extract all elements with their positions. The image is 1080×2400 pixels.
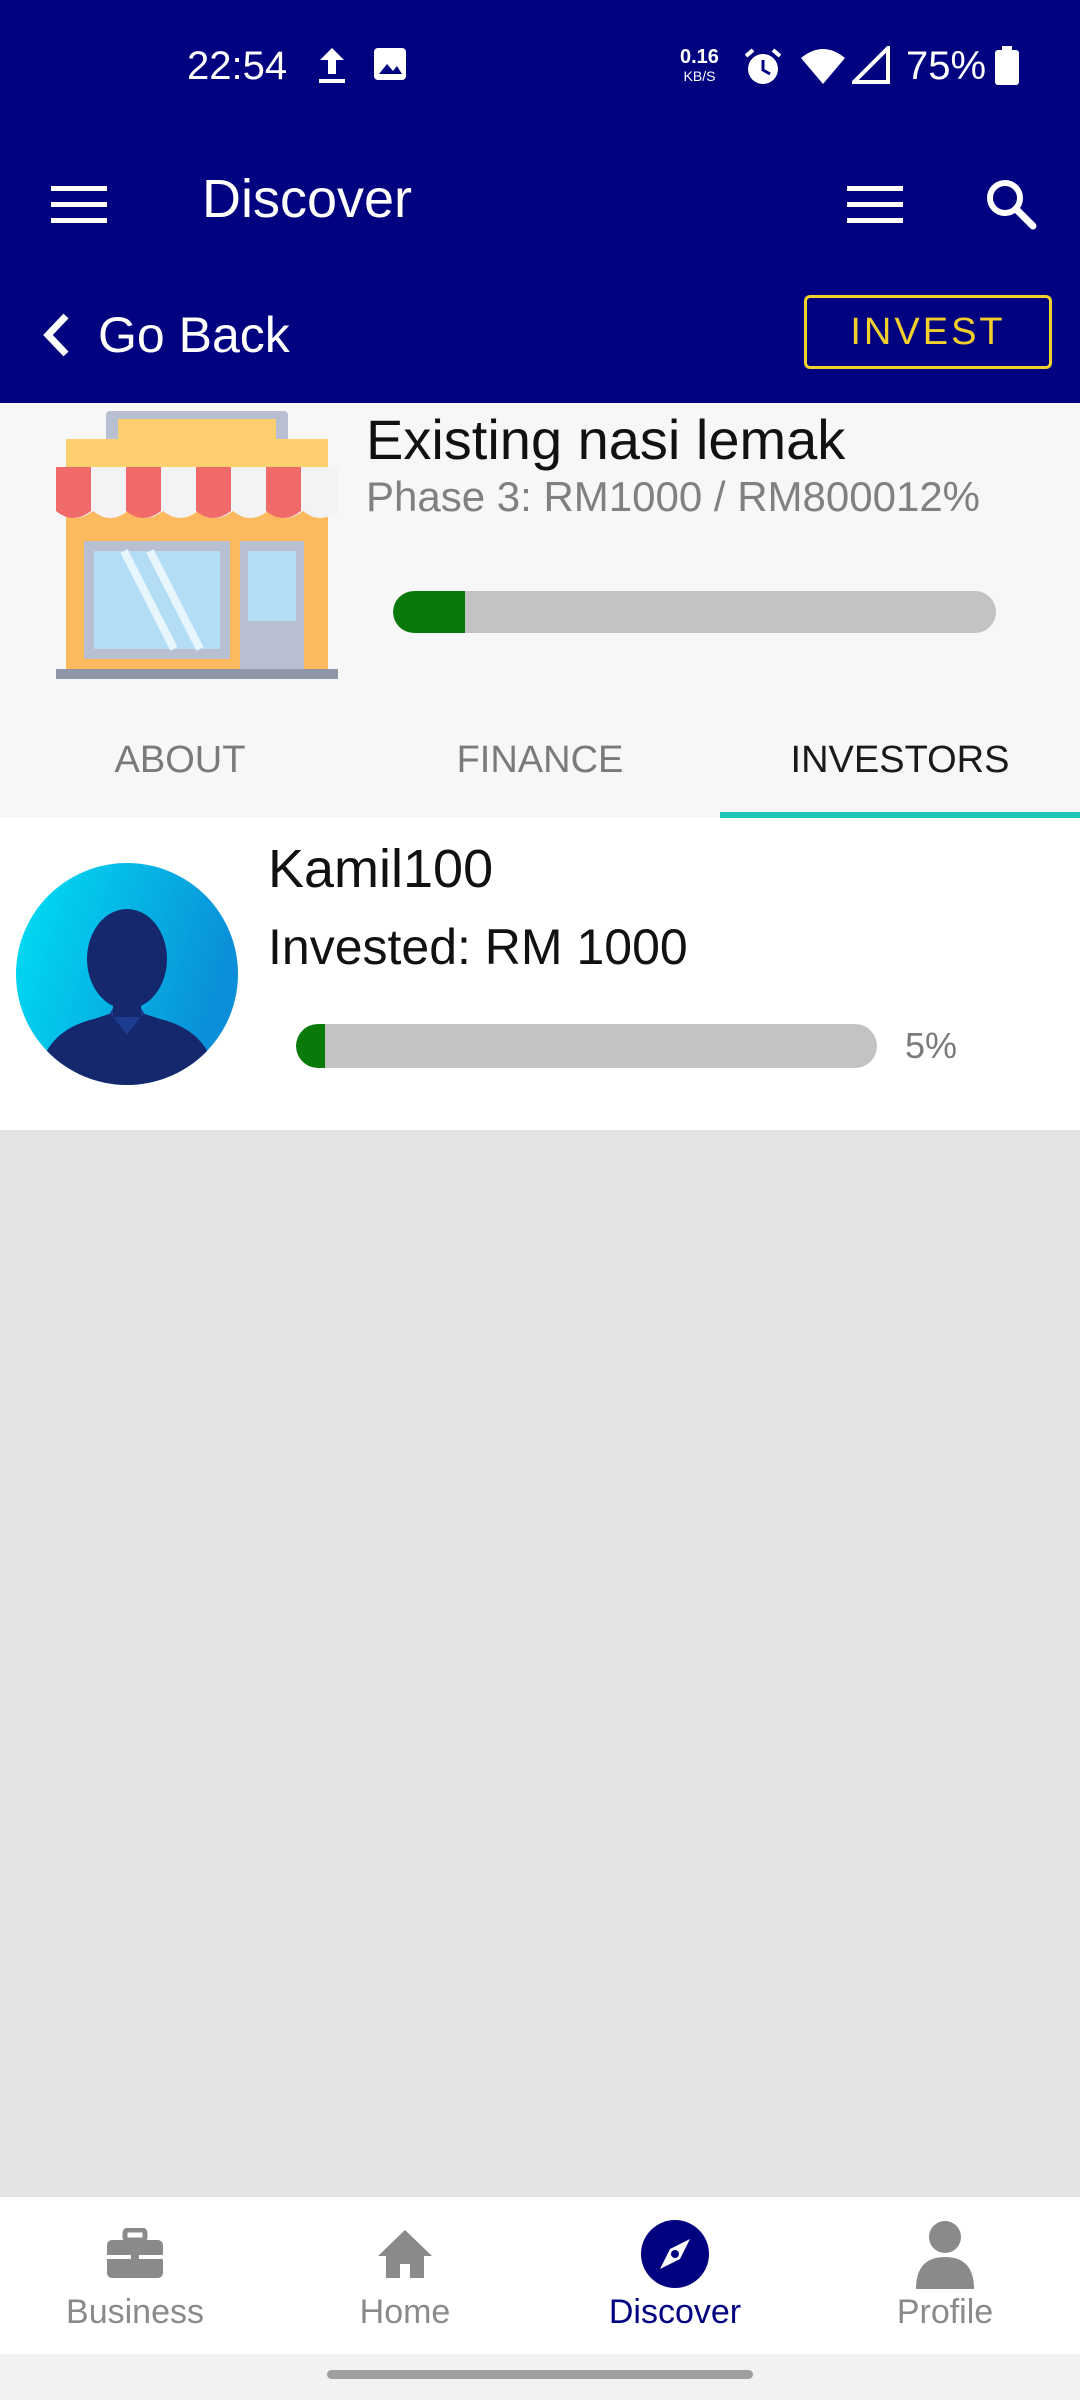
funding-progress-fill	[393, 591, 466, 633]
business-phase: Phase 3: RM1000 / RM800012%	[366, 473, 981, 520]
business-header: Existing nasi lemak Phase 3: RM1000 / RM…	[0, 403, 1080, 818]
image-icon	[372, 46, 408, 87]
investor-amount: Invested: RM 1000	[268, 919, 688, 975]
signal-icon	[849, 43, 890, 89]
gesture-handle[interactable]	[327, 2370, 753, 2379]
wifi-icon	[800, 46, 846, 91]
list-icon	[847, 186, 903, 223]
nav-discover-label: Discover	[608, 2293, 742, 2331]
battery-percent: 75%	[906, 44, 987, 88]
nav-home-label: Home	[359, 2293, 451, 2331]
net-speed: 0.16 KB/S	[680, 46, 719, 86]
nav-home[interactable]: Home	[270, 2197, 540, 2355]
person-silhouette-icon	[16, 863, 238, 1085]
nav-business[interactable]: Business	[0, 2197, 270, 2355]
chevron-left-icon	[43, 313, 69, 357]
nav-profile[interactable]: Profile	[810, 2197, 1080, 2355]
filter-list-button[interactable]	[830, 159, 920, 249]
shop-illustration	[56, 411, 338, 679]
investor-share-fill	[296, 1024, 326, 1068]
go-back-button[interactable]: Go Back	[40, 290, 290, 380]
list-item[interactable]: Kamil100 Invested: RM 1000 5%	[0, 818, 1080, 1130]
page-title: Discover	[202, 169, 413, 229]
tab-finance[interactable]: FINANCE	[360, 703, 720, 818]
search-icon	[987, 180, 1037, 230]
app-bar: Discover	[0, 135, 1080, 270]
nav-discover[interactable]: Discover	[540, 2197, 810, 2355]
investor-share-percent: 5%	[905, 1025, 958, 1066]
avatar	[16, 863, 238, 1085]
status-bar: 22:54 0.16 KB/S 75%	[0, 0, 1080, 135]
battery-icon	[994, 46, 1020, 91]
alarm-icon	[742, 46, 784, 93]
search-button[interactable]	[966, 159, 1056, 249]
bottom-navigation: Business Home Discover Profile	[0, 2196, 1080, 2354]
home-icon	[376, 2219, 434, 2289]
nav-profile-label: Profile	[896, 2293, 994, 2331]
investor-name: Kamil100	[268, 839, 494, 899]
compass-icon	[640, 2219, 710, 2289]
funding-progress-bar	[393, 591, 996, 633]
briefcase-icon	[105, 2219, 165, 2289]
invest-button[interactable]: INVEST	[804, 295, 1052, 369]
tab-investors[interactable]: INVESTORS	[720, 703, 1080, 818]
nav-business-label: Business	[66, 2293, 204, 2331]
investor-share-bar	[296, 1024, 877, 1068]
sub-bar: Go Back INVEST	[0, 270, 1080, 403]
tab-about[interactable]: ABOUT	[0, 703, 360, 818]
menu-icon	[51, 186, 107, 223]
upload-icon	[316, 46, 348, 91]
net-speed-unit: KB/S	[683, 68, 716, 84]
net-speed-value: 0.16	[680, 46, 719, 68]
person-icon	[916, 2219, 974, 2289]
tab-bar: ABOUT FINANCE INVESTORS	[0, 703, 1080, 818]
business-name: Existing nasi lemak	[366, 408, 846, 471]
menu-button[interactable]	[34, 159, 124, 249]
status-time: 22:54	[187, 44, 288, 88]
go-back-label: Go Back	[98, 307, 290, 363]
